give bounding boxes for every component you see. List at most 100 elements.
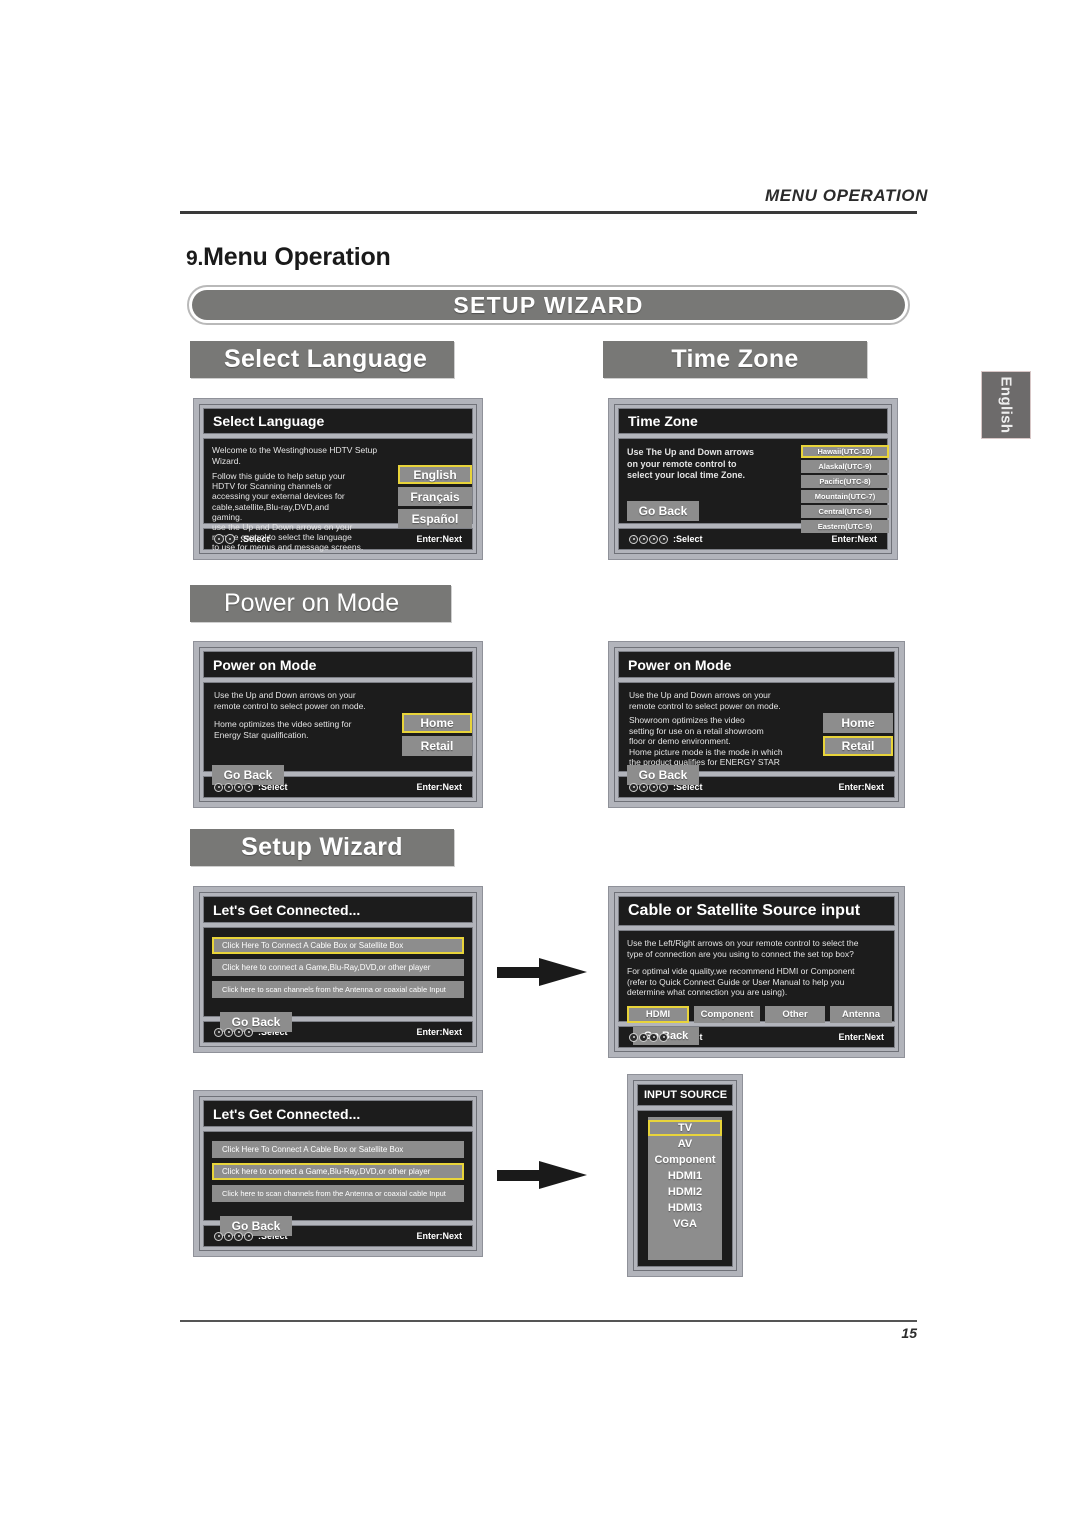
timezone-option-central[interactable]: Central(UTC-6) [801,505,889,518]
osd-title: Time Zone [618,408,888,434]
body-line: For optimal vide quality,we recommend HD… [627,966,855,976]
body-line: Use the Up and Down arrows on your [629,690,771,700]
osd-title: Select Language [203,408,473,434]
language-option-francais[interactable]: Français [398,487,472,506]
body-text: Follow this guide to help setup your HDT… [212,471,402,553]
section-label: Power on Mode [224,589,400,617]
footer-next-label: Enter:Next [416,1231,462,1241]
footer-rule [180,1320,917,1322]
connect-option-antenna-scan[interactable]: Click here to scan channels from the Ant… [212,1185,464,1202]
page-title: 9.Menu Operation [186,243,391,272]
timezone-option-pacific[interactable]: Pacific(UTC-8) [801,475,889,488]
section-header-power-on-mode: Power on Mode [190,585,451,622]
chapter-number: 9. [186,247,204,270]
osd-body: Use the Left/Right arrows on your remote… [618,930,895,1045]
body-line: gaming. [212,511,243,522]
input-source-option-component[interactable]: Component [648,1152,722,1168]
input-source-option-hdmi1[interactable]: HDMI1 [648,1168,722,1184]
body-line: select your local time Zone. [627,470,746,480]
language-option-espanol[interactable]: Español [398,509,472,528]
language-tab-label: English [997,376,1015,434]
footer-next-label: Enter:Next [838,782,884,792]
power-mode-option-home[interactable]: Home [402,713,472,733]
body-text: Use the Up and Down arrows on your remot… [629,690,843,768]
body-line: Home optimizes the video setting for [214,719,352,729]
osd-body: Click Here To Connect A Cable Box or Sat… [203,927,473,1032]
footer-next-label: Enter:Next [416,782,462,792]
power-mode-option-retail[interactable]: Retail [823,736,893,756]
go-back-button[interactable]: Go Back [627,501,699,521]
section-header-select-language: Select Language [190,341,454,378]
setup-wizard-banner-label: SETUP WIZARD [192,290,905,320]
footer-next-label: Enter:Next [831,534,877,544]
setup-wizard-banner: SETUP WIZARD [187,285,910,325]
intro-text: Welcome to the Westinghouse HDTV Setup W… [212,445,378,466]
chapter-title: Menu Operation [203,243,391,271]
body-line: Use the Left/Right arrows on your remote… [627,938,859,948]
timezone-option-hawaii[interactable]: Hawaii(UTC-10) [801,445,889,458]
osd-title: Let's Get Connected... [203,896,473,923]
connect-option-cable-box[interactable]: Click Here To Connect A Cable Box or Sat… [212,937,464,954]
source-option-other[interactable]: Other [765,1006,825,1023]
osd-body: TV AV Component HDMI1 HDMI2 HDMI3 VGA [637,1110,733,1267]
power-mode-option-home[interactable]: Home [823,713,893,733]
osd-input-source: INPUT SOURCE TV AV Component HDMI1 HDMI2… [627,1074,743,1277]
input-source-option-hdmi2[interactable]: HDMI2 [648,1184,722,1200]
body-line: use the Up and Down arrows on your [212,522,353,533]
footer-next-label: Enter:Next [838,1032,884,1042]
osd-body: Welcome to the Westinghouse HDTV Setup W… [203,438,473,552]
manual-page: MENU OPERATION 9.Menu Operation SETUP WI… [0,0,1080,1526]
footer-next-label: Enter:Next [416,1027,462,1037]
osd-body: Use the Up and Down arrows on your remot… [203,682,473,785]
power-mode-option-retail[interactable]: Retail [402,736,472,756]
osd-power-on-mode-home: Power on Mode Use the Up and Down arrows… [193,641,483,808]
body-line: HDTV for Scanning channels or [212,481,332,492]
body-line: Use The Up and Down arrows [627,447,755,457]
timezone-option-mountain[interactable]: Mountain(UTC-7) [801,490,889,503]
body-line: remote control to select the language [212,532,352,543]
osd-title: Power on Mode [203,651,473,678]
page-number: 15 [901,1325,917,1341]
connect-option-antenna-scan[interactable]: Click here to scan channels from the Ant… [212,981,464,998]
osd-power-on-mode-retail: Power on Mode Use the Up and Down arrows… [608,641,905,808]
body-line: Showroom optimizes the video [629,715,745,725]
section-header-time-zone: Time Zone [603,341,867,378]
timezone-option-alaska[interactable]: Alaskal(UTC-9) [801,460,889,473]
osd-body: Use the Up and Down arrows on your remot… [618,682,895,785]
body-line: type of connection are you using to conn… [627,948,854,959]
body-line: to use for menus and message screens. [212,542,364,553]
input-source-option-av[interactable]: AV [648,1136,722,1152]
timezone-option-eastern[interactable]: Eastern(UTC-5) [801,520,889,533]
connect-option-game-player[interactable]: Click here to connect a Game,Blu-Ray,DVD… [212,1163,464,1180]
body-line: Energy Star qualification. [214,729,309,740]
body-line: accessing your external devices for [212,491,345,502]
body-line: Use the Up and Down arrows on your [214,690,356,700]
body-line: Home picture mode is the mode in which [629,746,783,757]
dpad-arrow-icon [629,534,668,544]
footer-next-label: Enter:Next [416,534,462,544]
body-text: Use The Up and Down arrows on your remot… [627,447,807,482]
footer-select-label: :Select [673,534,703,544]
body-line: determine what connection you are using)… [627,987,788,997]
connect-option-cable-box[interactable]: Click Here To Connect A Cable Box or Sat… [212,1141,464,1158]
connect-option-game-player[interactable]: Click here to connect a Game,Blu-Ray,DVD… [212,959,464,976]
body-line: (refer to Quick Connect Guide or User Ma… [627,976,845,987]
flow-arrow-icon [497,1161,592,1189]
source-option-component[interactable]: Component [694,1006,760,1023]
section-label: Select Language [224,345,428,373]
input-source-option-hdmi3[interactable]: HDMI3 [648,1200,722,1216]
section-header-setup-wizard: Setup Wizard [190,829,454,866]
body-line: on your remote control to [627,458,737,469]
section-label: Time Zone [671,345,799,373]
flow-arrow-icon [497,958,592,986]
input-source-option-vga[interactable]: VGA [648,1216,722,1232]
language-option-english[interactable]: English [398,465,472,484]
body-line: remote control to select power on mode. [629,700,781,711]
osd-select-language: Select Language Welcome to the Westingho… [193,398,483,560]
osd-title: Let's Get Connected... [203,1100,473,1127]
body-line: remote control to select power on mode. [214,700,366,711]
source-option-hdmi[interactable]: HDMI [627,1006,689,1023]
running-head: MENU OPERATION [765,186,928,205]
input-source-option-tv[interactable]: TV [648,1120,722,1136]
source-option-antenna[interactable]: Antenna [830,1006,892,1023]
